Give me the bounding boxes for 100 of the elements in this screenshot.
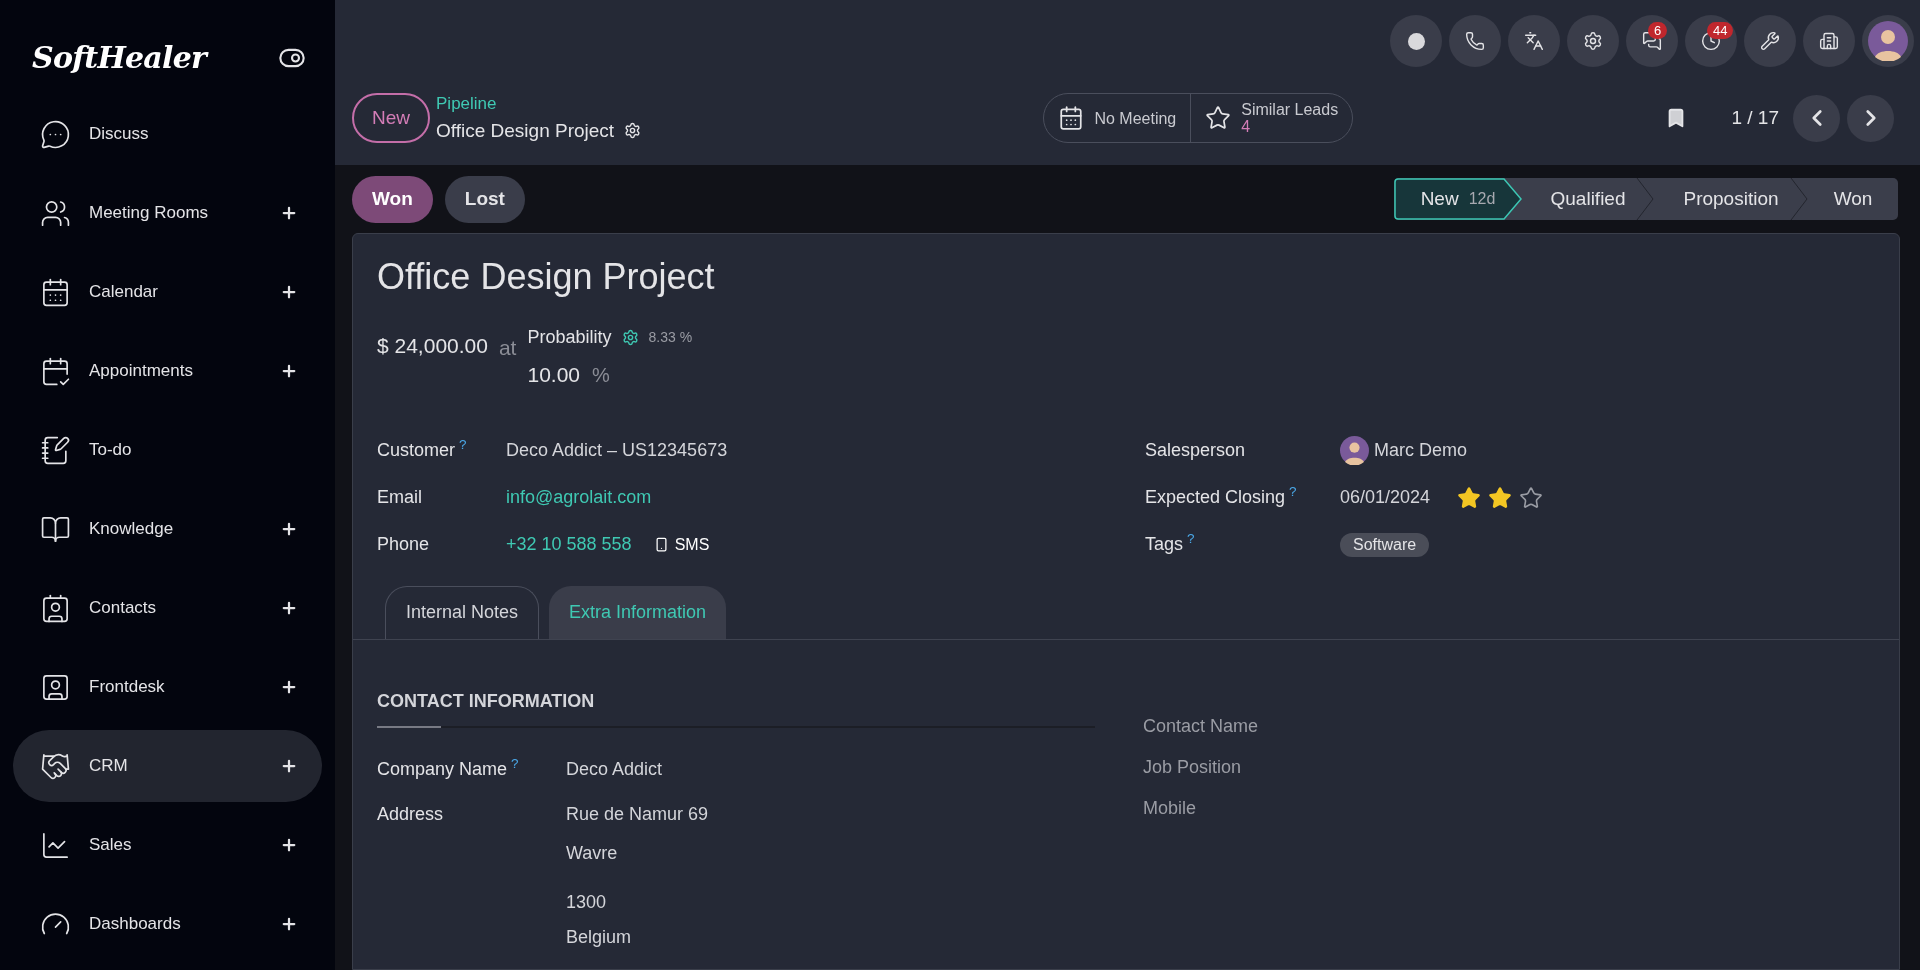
plus-icon[interactable] <box>280 915 298 933</box>
email-link[interactable]: info@agrolait.com <box>506 484 652 511</box>
sidebar-label: Knowledge <box>89 518 175 541</box>
plus-icon[interactable] <box>280 362 298 380</box>
wrench-button[interactable] <box>1744 15 1796 67</box>
field-label: Mobile <box>1143 796 1198 820</box>
field-label: Salesperson <box>1145 439 1247 462</box>
phone-button[interactable] <box>1449 15 1501 67</box>
sidebar-item[interactable]: Dashboards <box>13 888 322 960</box>
new-button[interactable]: New <box>352 93 430 143</box>
sidebar-label: Sales <box>89 834 133 857</box>
country-value[interactable]: Belgium <box>566 923 709 951</box>
user-avatar <box>1340 436 1369 465</box>
calendar-check-icon <box>40 355 71 387</box>
tab[interactable]: Extra Information <box>549 585 727 639</box>
clock-button[interactable]: 44 <box>1685 15 1737 67</box>
logo: SoftHealer <box>32 39 207 77</box>
date-value[interactable]: 06/01/2024 <box>1340 484 1431 511</box>
plus-icon[interactable] <box>280 204 298 222</box>
priority-stars[interactable] <box>1457 485 1544 510</box>
badge: 44 <box>1707 22 1734 39</box>
salesperson-value[interactable]: Marc Demo <box>1374 437 1467 464</box>
chevron-divider-icon <box>1636 178 1654 220</box>
tab[interactable]: Internal Notes <box>385 585 540 639</box>
plus-icon[interactable] <box>280 757 298 775</box>
notepad-pen-icon <box>40 434 71 466</box>
phone-icon <box>1465 31 1485 51</box>
lost-button[interactable]: Lost <box>444 175 525 223</box>
chevron-divider-icon <box>1790 178 1808 220</box>
plus-icon[interactable] <box>280 678 298 696</box>
contact-card-icon <box>40 592 71 624</box>
translate-button[interactable] <box>1508 15 1560 67</box>
tag[interactable]: Software <box>1340 532 1430 557</box>
settings-icon[interactable] <box>624 122 642 140</box>
sidebar-item[interactable]: Appointments <box>13 335 322 407</box>
smart-button[interactable]: No Meeting <box>1044 94 1191 142</box>
sidebar-item[interactable]: CRM <box>13 730 322 802</box>
smart-button[interactable]: Similar Leads 4 <box>1190 94 1353 142</box>
section-heading: CONTACT INFORMATION <box>377 689 596 713</box>
stage-button[interactable]: Qualified <box>1522 178 1654 220</box>
probability-value[interactable]: 10.00 <box>527 359 580 391</box>
plus-icon[interactable] <box>280 599 298 617</box>
settings-icon[interactable] <box>621 329 639 346</box>
company-value[interactable]: Deco Addict <box>566 755 663 783</box>
field-label: Customer $^{?}$ <box>377 437 468 462</box>
messages-button[interactable]: 6 <box>1626 15 1678 67</box>
field-label: Email <box>377 486 423 509</box>
status-button[interactable] <box>1390 15 1442 67</box>
sidebar-label: Discuss <box>89 123 150 146</box>
badge: 6 <box>1648 22 1668 39</box>
field-label: Expected Closing $^{?}$ <box>1145 484 1298 509</box>
sms-button[interactable]: SMS <box>653 532 710 557</box>
next-button[interactable] <box>1847 94 1894 142</box>
field-label: Address <box>377 802 445 826</box>
building-icon <box>1819 31 1839 51</box>
at-label: at <box>498 335 517 361</box>
sidebar-label: Contacts <box>89 597 158 620</box>
translate-icon <box>1524 31 1544 51</box>
sidebar-label: Appointments <box>89 360 194 383</box>
won-button[interactable]: Won <box>352 175 433 223</box>
field-label: Contact Name <box>1143 714 1259 738</box>
sidebar-item[interactable]: Sales <box>13 809 322 881</box>
sidebar-item[interactable]: Calendar <box>13 256 322 328</box>
sidebar-item[interactable]: Discuss <box>13 98 322 170</box>
chat-bubble-icon <box>40 118 71 150</box>
breadcrumb-link[interactable]: Pipeline <box>436 91 642 117</box>
previous-button[interactable] <box>1793 94 1840 142</box>
star-icon[interactable] <box>1519 485 1544 510</box>
sidebar-item[interactable]: To-do <box>13 414 322 486</box>
stage-button[interactable]: Proposition <box>1654 178 1808 220</box>
sidebar-item[interactable]: Knowledge <box>13 493 322 565</box>
percent-sign: % <box>592 362 610 388</box>
sidebar-label: Dashboards <box>89 913 182 936</box>
expected-revenue: $ 24,000.00 <box>377 333 488 359</box>
star-icon <box>1205 105 1232 131</box>
star-icon[interactable] <box>1457 485 1482 510</box>
field-label: Job Position <box>1143 755 1243 779</box>
zip-value[interactable]: 1300 <box>566 888 709 916</box>
sidebar-label: Calendar <box>89 281 159 304</box>
sidebar-item[interactable]: Frontdesk <box>13 651 322 723</box>
field-label: Phone <box>377 533 431 556</box>
street-value[interactable]: Rue de Namur 69 <box>566 800 709 828</box>
calendar-icon <box>1058 105 1085 131</box>
settings-icon <box>1583 31 1603 51</box>
phone-link[interactable]: +32 10 588 558 <box>506 531 632 558</box>
stage-button[interactable]: New 12d <box>1394 178 1522 220</box>
settings-button[interactable] <box>1567 15 1619 67</box>
field-label: Tags $^{?}$ <box>1145 531 1196 556</box>
sidebar-label: To-do <box>89 439 133 462</box>
plus-icon[interactable] <box>280 520 298 538</box>
plus-icon[interactable] <box>280 836 298 854</box>
building-button[interactable] <box>1803 15 1855 67</box>
sidebar-item[interactable]: Meeting Rooms <box>13 177 322 249</box>
city-value[interactable]: Wavre <box>566 839 709 867</box>
record-title: Office Design Project <box>436 118 615 143</box>
sidebar-item[interactable]: Contacts <box>13 572 322 644</box>
star-icon[interactable] <box>1488 485 1513 510</box>
field-value[interactable]: Deco Addict – US12345673 <box>506 437 728 464</box>
stage-button[interactable]: Won <box>1808 178 1898 220</box>
plus-icon[interactable] <box>280 283 298 301</box>
